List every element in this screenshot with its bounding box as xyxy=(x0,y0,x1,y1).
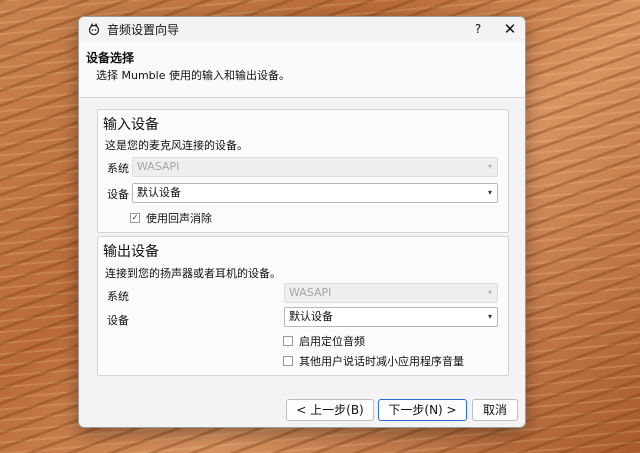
output-system-label: 系统 xyxy=(107,290,129,303)
close-button[interactable]: ✕ xyxy=(499,19,521,39)
echo-cancel-checkbox[interactable]: ✓ 使用回声消除 xyxy=(130,210,212,226)
input-group-desc: 这是您的麦克风连接的设备。 xyxy=(105,139,248,152)
checkbox-unchecked-icon xyxy=(283,336,293,346)
wizard-header: 设备选择 选择 Mumble 使用的输入和输出设备。 xyxy=(79,41,525,98)
output-device-label: 设备 xyxy=(107,314,129,327)
output-group-title: 输出设备 xyxy=(103,244,159,260)
page-title: 设备选择 xyxy=(86,51,135,65)
output-device-value: 默认设备 xyxy=(289,310,333,323)
next-button[interactable]: 下一步(N) > xyxy=(378,399,467,421)
audio-wizard-window: 音频设置向导 ? ✕ 设备选择 选择 Mumble 使用的输入和输出设备。 输入… xyxy=(78,16,526,428)
input-system-label: 系统 xyxy=(107,162,129,175)
cancel-button[interactable]: 取消 xyxy=(472,399,518,421)
window-title: 音频设置向导 xyxy=(107,23,180,37)
input-device-group: 输入设备 这是您的麦克风连接的设备。 系统 WASAPI ▾ 设备 默认设备 ▾… xyxy=(97,109,509,233)
input-device-value: 默认设备 xyxy=(137,186,181,199)
input-system-value: WASAPI xyxy=(137,160,180,173)
input-group-title: 输入设备 xyxy=(103,117,159,133)
attenuate-apps-label: 其他用户说话时减小应用程序音量 xyxy=(299,355,464,368)
input-device-label: 设备 xyxy=(107,188,129,201)
input-system-select: WASAPI ▾ xyxy=(132,157,498,177)
help-button[interactable]: ? xyxy=(467,19,489,39)
chevron-down-icon: ▾ xyxy=(487,288,492,297)
chevron-down-icon: ▾ xyxy=(487,312,492,321)
page-subtitle: 选择 Mumble 使用的输入和输出设备。 xyxy=(96,69,290,82)
positional-audio-label: 启用定位音频 xyxy=(299,335,365,348)
echo-cancel-label: 使用回声消除 xyxy=(146,212,212,225)
chevron-down-icon: ▾ xyxy=(487,162,492,171)
chevron-down-icon: ▾ xyxy=(487,188,492,197)
attenuate-apps-checkbox[interactable]: 其他用户说话时减小应用程序音量 xyxy=(283,353,464,369)
output-device-group: 输出设备 连接到您的扬声器或者耳机的设备。 系统 WASAPI ▾ 设备 默认设… xyxy=(97,236,509,376)
input-device-select[interactable]: 默认设备 ▾ xyxy=(132,183,498,203)
mumble-logo-icon xyxy=(88,23,100,36)
title-bar[interactable]: 音频设置向导 ? ✕ xyxy=(79,17,525,41)
positional-audio-checkbox[interactable]: 启用定位音频 xyxy=(283,333,365,349)
output-device-select[interactable]: 默认设备 ▾ xyxy=(284,307,498,327)
output-group-desc: 连接到您的扬声器或者耳机的设备。 xyxy=(105,267,281,280)
checkbox-unchecked-icon xyxy=(283,356,293,366)
output-system-select: WASAPI ▾ xyxy=(284,283,498,303)
checkbox-checked-icon: ✓ xyxy=(130,213,140,223)
output-system-value: WASAPI xyxy=(289,286,332,299)
back-button[interactable]: < 上一步(B) xyxy=(286,399,374,421)
